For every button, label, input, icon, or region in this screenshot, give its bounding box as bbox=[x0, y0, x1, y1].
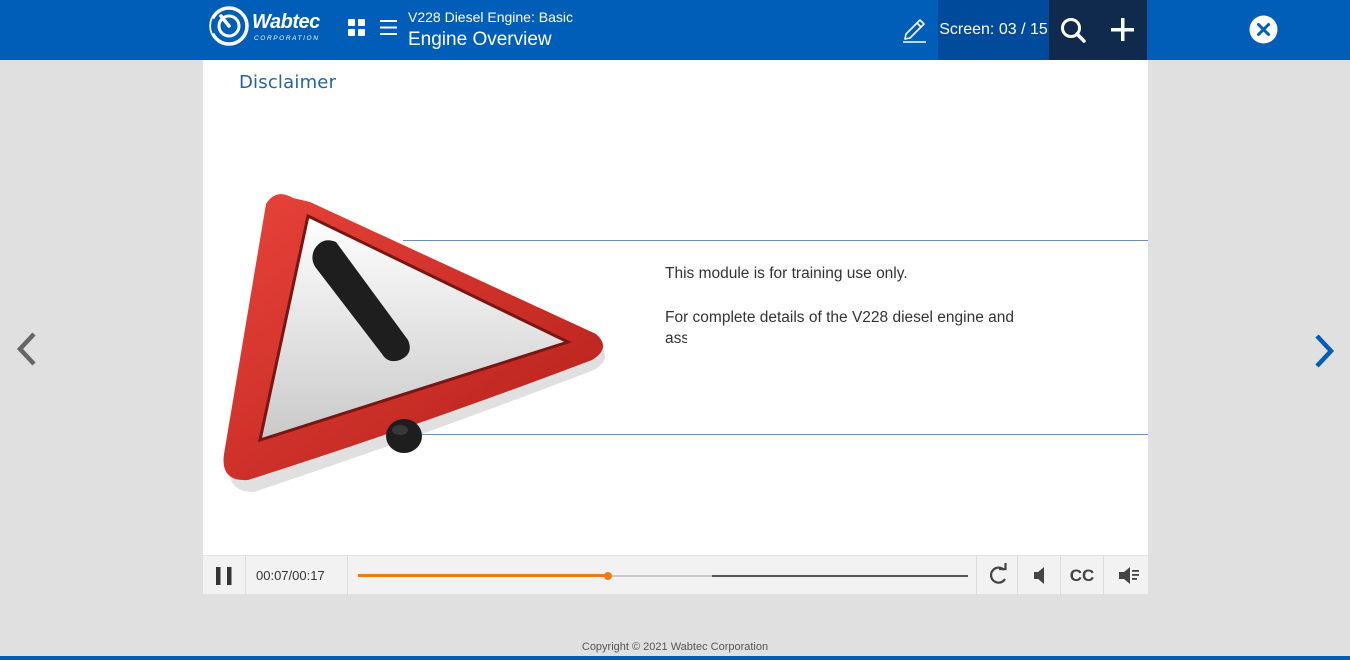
previous-screen-button[interactable] bbox=[14, 330, 42, 368]
pencil-icon bbox=[903, 19, 926, 43]
next-screen-button[interactable] bbox=[1310, 332, 1338, 370]
transcript-icon bbox=[1119, 567, 1139, 584]
screen-title: Engine Overview bbox=[408, 29, 552, 50]
total-time: 00:17 bbox=[292, 568, 325, 583]
divider bbox=[1017, 556, 1018, 595]
replay-button[interactable] bbox=[979, 556, 1016, 595]
progress-handle[interactable] bbox=[604, 572, 613, 580]
pause-button[interactable] bbox=[203, 556, 246, 595]
slide-content: Disclaimer This module is for training u… bbox=[203, 60, 1148, 555]
wabtec-logo: Wabtec CORPORATION bbox=[208, 5, 333, 47]
warning-triangle-graphic bbox=[223, 194, 606, 492]
disclaimer-line-2b: associated bbox=[665, 330, 687, 347]
footer-bar bbox=[0, 656, 1350, 660]
chevron-left-icon bbox=[16, 332, 36, 366]
logo-wordmark: Wabtec bbox=[252, 11, 320, 33]
divider bbox=[976, 556, 977, 595]
pause-icon bbox=[216, 567, 232, 585]
notes-button[interactable] bbox=[896, 12, 932, 48]
search-button[interactable] bbox=[1049, 0, 1098, 60]
close-button[interactable] bbox=[1249, 15, 1278, 44]
copyright-text: Copyright © 2021 Wabtec Corporation bbox=[581, 641, 769, 653]
app-root: Wabtec CORPORATION V228 Diesel Engine: B… bbox=[0, 0, 1350, 660]
logo-subtext: CORPORATION bbox=[254, 35, 320, 42]
current-time: 00:07 bbox=[256, 568, 289, 583]
close-icon bbox=[1249, 15, 1278, 44]
playback-time: 00:07/00:17 bbox=[256, 568, 325, 583]
replay-icon bbox=[989, 563, 1007, 584]
progress-bar[interactable] bbox=[358, 572, 968, 580]
disclaimer-line-2a: For complete details of the V228 diesel … bbox=[665, 309, 1014, 326]
divider bbox=[1103, 556, 1104, 595]
menu-icon[interactable] bbox=[379, 18, 398, 37]
disclaimer-line-1: This module is for training use only. bbox=[665, 265, 908, 282]
closed-captions-button[interactable]: CC bbox=[1062, 556, 1102, 595]
top-header: Wabtec CORPORATION V228 Diesel Engine: B… bbox=[0, 0, 1350, 60]
grid-icon[interactable] bbox=[347, 18, 366, 37]
media-player-bar: 00:07/00:17 CC bbox=[203, 555, 1148, 595]
divider bbox=[347, 556, 348, 595]
screen-counter: Screen: 03 / 15 bbox=[938, 0, 1049, 60]
chevron-right-icon bbox=[1315, 334, 1335, 368]
wabtec-logo-mark bbox=[209, 6, 249, 46]
transcript-button[interactable] bbox=[1105, 556, 1148, 595]
progress-played bbox=[358, 574, 609, 577]
plus-icon bbox=[1111, 18, 1134, 41]
expand-button[interactable] bbox=[1098, 0, 1147, 60]
course-title: V228 Diesel Engine: Basic bbox=[408, 9, 573, 25]
speaker-icon bbox=[1034, 567, 1044, 584]
audio-button[interactable] bbox=[1019, 556, 1059, 595]
slide-heading: Disclaimer bbox=[239, 72, 337, 93]
disclaimer-line-2: For complete details of the V228 diesel … bbox=[665, 307, 1045, 351]
divider bbox=[1060, 556, 1061, 595]
search-icon bbox=[1061, 18, 1086, 43]
